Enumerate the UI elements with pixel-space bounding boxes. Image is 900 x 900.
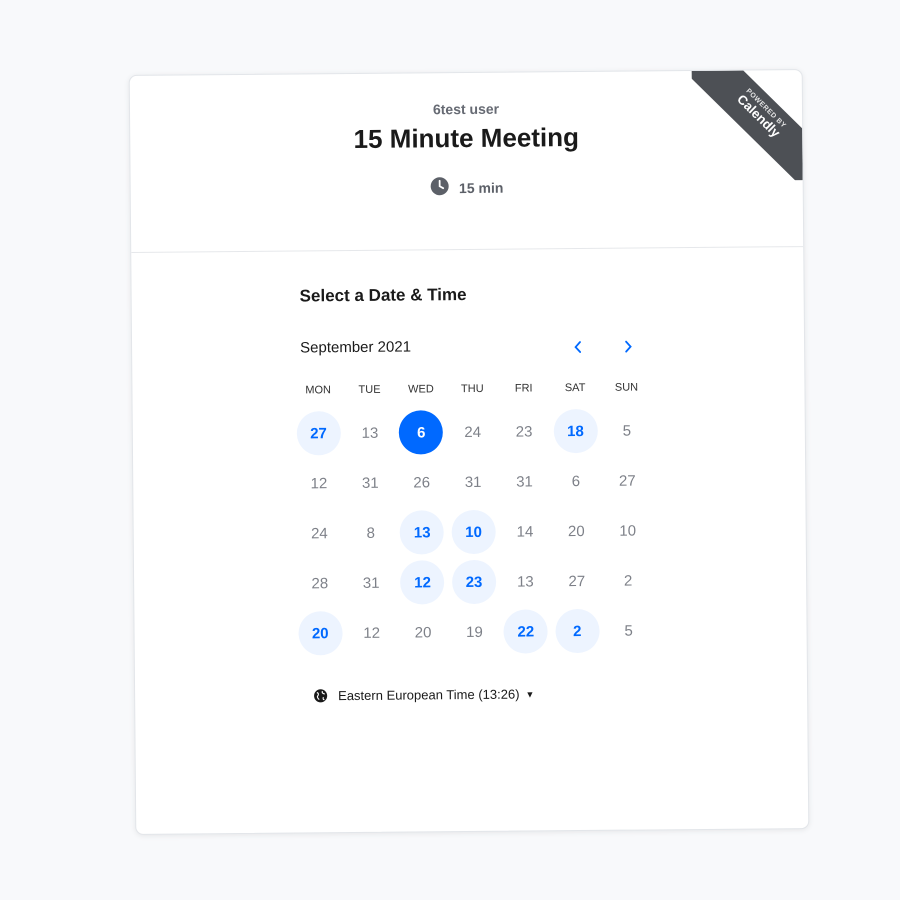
- day-unavailable: 6: [571, 472, 581, 490]
- day-unavailable: 28: [311, 574, 329, 592]
- day-unavailable: 27: [568, 572, 586, 590]
- day-cell: 18: [550, 406, 602, 456]
- day-cell: 27: [293, 408, 345, 458]
- day-cell: 12: [397, 557, 449, 607]
- day-unavailable: 12: [363, 624, 381, 642]
- day-cell: 13: [344, 408, 396, 458]
- chevron-right-icon: [625, 340, 632, 353]
- day-cell: 13: [396, 507, 448, 557]
- day-unavailable: 23: [515, 422, 533, 441]
- day-cell: 31: [499, 456, 551, 506]
- day-button-available[interactable]: 23: [451, 559, 497, 605]
- day-cell: 31: [344, 458, 396, 508]
- day-cell: 20: [397, 607, 449, 657]
- day-cell: 28: [294, 558, 346, 608]
- day-unavailable: 5: [624, 622, 633, 640]
- day-cell: 31: [345, 558, 397, 608]
- globe-icon: [314, 689, 328, 703]
- weekday-header: MON TUE WED THU FRI SAT SUN: [292, 381, 652, 397]
- day-cell: 10: [602, 505, 654, 555]
- day-cell: 27: [601, 455, 653, 505]
- day-cell: 14: [499, 506, 551, 556]
- day-unavailable: 31: [464, 473, 482, 491]
- day-cell: 5: [603, 605, 655, 655]
- day-unavailable: 31: [361, 474, 379, 492]
- next-month-button[interactable]: [615, 333, 641, 359]
- day-button-available[interactable]: 12: [400, 560, 445, 605]
- day-button-available[interactable]: 20: [298, 611, 343, 656]
- day-cell: 22: [500, 606, 552, 656]
- day-unavailable: 12: [310, 474, 328, 492]
- day-unavailable: 26: [413, 473, 431, 491]
- day-unavailable: 14: [516, 522, 534, 541]
- day-cell: 6: [395, 407, 447, 457]
- clock-icon: [430, 176, 450, 199]
- month-navigation: September 2021: [300, 337, 640, 364]
- section-title: Select a Date & Time: [299, 285, 467, 306]
- day-cell: 23: [498, 406, 550, 456]
- day-cell: 23: [448, 557, 500, 607]
- day-unavailable: 31: [516, 472, 533, 491]
- month-label: September 2021: [300, 338, 412, 357]
- weekday-label: THU: [460, 382, 484, 396]
- day-button-available[interactable]: 27: [296, 411, 341, 456]
- day-cell: 12: [293, 458, 345, 508]
- day-cell: 8: [345, 508, 397, 558]
- day-unavailable: 19: [466, 623, 483, 641]
- event-header: 6test user 15 Minute Meeting 15 min POWE…: [129, 70, 804, 253]
- weekday-label: SAT: [564, 381, 586, 395]
- day-cell: 12: [346, 608, 398, 658]
- day-unavailable: 27: [618, 472, 636, 490]
- day-unavailable: 5: [622, 422, 632, 440]
- day-unavailable: 20: [414, 623, 432, 641]
- caret-down-icon: ▼: [525, 688, 535, 700]
- previous-month-button[interactable]: [565, 334, 591, 360]
- day-button-available[interactable]: 10: [451, 509, 496, 555]
- weekday-label: SUN: [614, 381, 639, 394]
- day-button-available[interactable]: 2: [555, 608, 600, 654]
- weekday-label: FRI: [514, 382, 533, 395]
- day-cell: 24: [293, 508, 345, 558]
- day-cell: 2: [602, 555, 654, 605]
- day-cell: 20: [294, 608, 346, 658]
- day-cell: 20: [550, 506, 602, 556]
- day-unavailable: 13: [361, 424, 379, 442]
- day-cell: 5: [601, 405, 653, 455]
- duration-label: 15 min: [458, 179, 504, 196]
- day-cell: 27: [551, 556, 603, 606]
- day-unavailable: 8: [366, 524, 376, 542]
- day-cell: 19: [449, 607, 501, 657]
- day-cell: 6: [550, 456, 602, 506]
- booking-card: 6test user 15 Minute Meeting 15 min POWE…: [128, 69, 810, 835]
- timezone-selector[interactable]: Eastern European Time (13:26) ▼: [313, 686, 534, 703]
- day-unavailable: 10: [619, 522, 637, 540]
- day-button-selected[interactable]: 6: [399, 410, 444, 455]
- timezone-label: Eastern European Time (13:26): [338, 686, 520, 704]
- day-cell: 2: [551, 606, 603, 656]
- weekday-label: TUE: [358, 383, 381, 396]
- day-unavailable: 24: [464, 423, 482, 441]
- weekday-label: MON: [305, 384, 332, 397]
- powered-by-badge[interactable]: POWERED BY Calendly: [691, 70, 803, 182]
- day-unavailable: 2: [623, 572, 633, 590]
- day-cell: 24: [447, 407, 499, 457]
- chevron-left-icon: [574, 341, 582, 353]
- day-grid: 27 13 6 24 23 18 5 12 31 26 31 31 6 27 24 8 13 10 14 20 10 28…: [293, 405, 655, 658]
- day-unavailable: 31: [362, 574, 380, 592]
- weekday-label: WED: [408, 383, 434, 396]
- day-unavailable: 24: [310, 524, 328, 542]
- day-button-available[interactable]: 13: [399, 510, 445, 555]
- day-cell: 10: [448, 507, 500, 557]
- calendar-grid: MON TUE WED THU FRI SAT SUN 27 13 6 24 23 18 5…: [292, 381, 654, 658]
- day-button-available[interactable]: 22: [503, 609, 549, 654]
- day-cell: 13: [499, 556, 551, 606]
- day-unavailable: 20: [567, 522, 585, 540]
- day-cell: 26: [396, 457, 448, 507]
- day-button-available[interactable]: 18: [553, 408, 598, 454]
- day-cell: 31: [447, 457, 499, 507]
- day-unavailable: 13: [516, 572, 534, 591]
